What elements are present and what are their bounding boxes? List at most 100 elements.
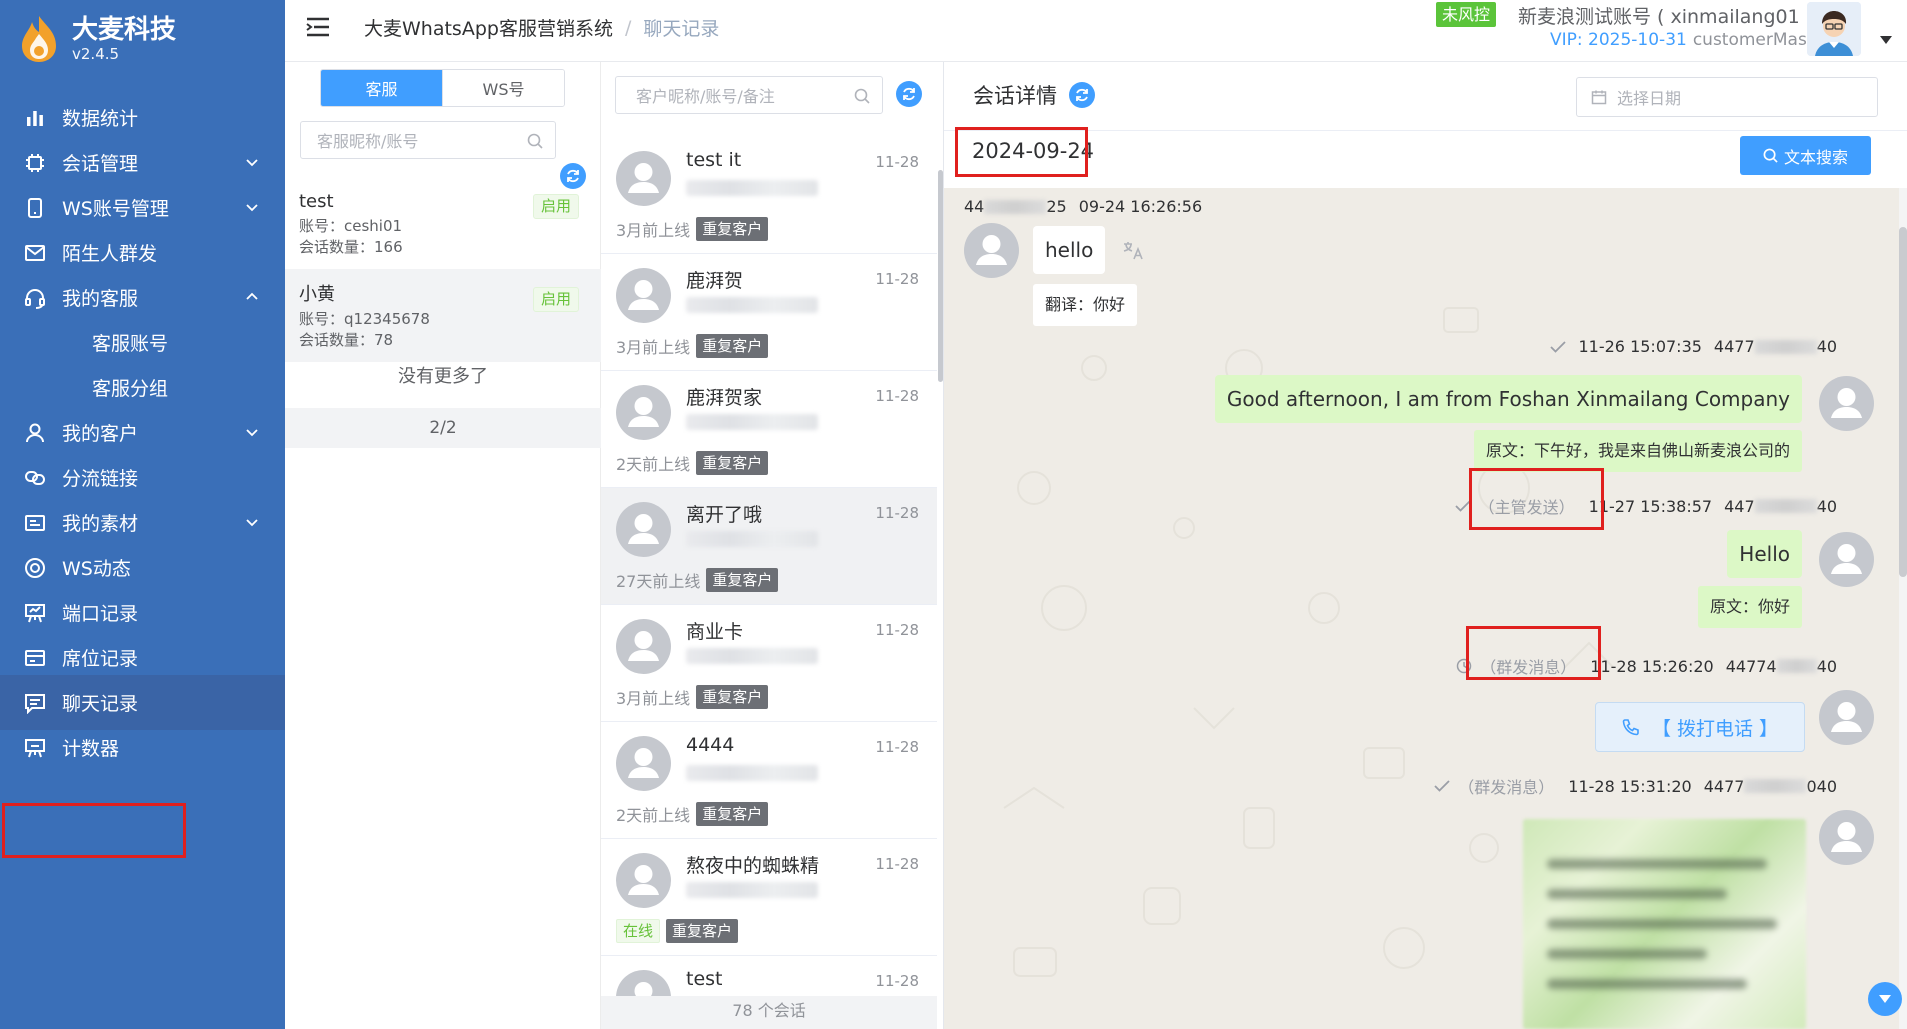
conversation-footer: 3月前上线 重复客户	[616, 685, 769, 709]
card-icon	[25, 649, 45, 666]
conversation-scrollbar[interactable]	[938, 170, 943, 382]
current-date: 2024-09-24	[972, 139, 1095, 163]
original-text: 原文：下午好，我是来自佛山新麦浪公司的	[1473, 430, 1802, 472]
highlight-box-nav	[2, 803, 186, 858]
sender-number-suffix: 040	[1806, 776, 1837, 796]
conversation-item[interactable]: 鹿湃贺家 11-28 2天前上线 重复客户	[601, 371, 937, 488]
agent-card[interactable]: 小黄 账号：q12345678 会话数量：78 启用	[285, 269, 601, 362]
conversation-time: 11-28	[875, 972, 919, 990]
lifebuoy-icon	[25, 557, 45, 578]
nav-label: WS账号管理	[62, 198, 169, 220]
conversation-search-input[interactable]: 客户昵称/账号/备注	[615, 76, 883, 114]
conversation-item[interactable]: 4444 11-28 2天前上线 重复客户	[601, 722, 937, 839]
conversation-footer: 3月前上线 重复客户	[616, 217, 769, 241]
chat-record-icon	[25, 693, 45, 714]
sender-number-suffix: 40	[1816, 496, 1837, 516]
breadcrumb-current: 聊天记录	[643, 18, 720, 40]
image-message[interactable]	[1523, 819, 1806, 1029]
translate-icon[interactable]	[1122, 241, 1144, 261]
sender-number-prefix: 44774	[1725, 656, 1777, 676]
chat-refresh-button[interactable]	[1069, 82, 1095, 108]
sender-number-suffix: 25	[1046, 197, 1067, 216]
agent-status-badge: 启用	[532, 287, 579, 312]
agent-session-count: 会话数量：78	[299, 331, 394, 349]
repeat-customer-tag: 重复客户	[696, 685, 769, 709]
bar-chart-icon	[27, 110, 43, 126]
blurred-number	[1754, 339, 1817, 354]
blurred-last-message	[686, 180, 818, 196]
conversation-item-selected[interactable]: 离开了哦 11-28 27天前上线 重复客户	[601, 488, 937, 605]
caret-down-icon[interactable]	[1880, 36, 1892, 44]
call-label: 【 拨打电话 】	[1651, 717, 1779, 740]
original-text: 原文：你好	[1697, 586, 1802, 628]
default-avatar-icon	[616, 385, 671, 440]
conversation-time: 11-28	[875, 270, 919, 288]
nav-label: 计数器	[62, 738, 120, 760]
default-avatar-icon	[616, 502, 671, 557]
text-search-button[interactable]: 文本搜索	[1740, 136, 1871, 175]
tab-ws-number[interactable]: WS号	[442, 70, 564, 106]
text-search-label: 文本搜索	[1783, 147, 1848, 167]
breadcrumb-root[interactable]: 大麦WhatsApp客服营销系统	[364, 14, 613, 41]
message-time: 09-24 16:26:56	[1078, 197, 1203, 216]
conversation-item[interactable]: 鹿湃贺 11-28 3月前上线 重复客户	[601, 254, 937, 371]
agent-status-badge: 启用	[532, 194, 579, 219]
message-time: 11-27 15:38:57	[1588, 496, 1713, 516]
chat-message-area: 44 25 09-24 16:26:56 hello 翻译：你好 11-26 15…	[944, 188, 1899, 1029]
menu-fold-icon[interactable]	[305, 16, 331, 38]
nav-counter[interactable]: 计数器	[0, 720, 285, 775]
default-avatar-icon	[616, 853, 671, 908]
conversation-search-placeholder: 客户昵称/账号/备注	[636, 87, 775, 106]
brand-version: v2.4.5	[72, 45, 120, 63]
agent-account: 账号：ceshi01	[299, 217, 403, 235]
sender-number-prefix: 4477	[1713, 337, 1755, 356]
blurred-image-text	[1547, 949, 1707, 959]
avatar[interactable]	[1807, 2, 1861, 56]
nav-label: 会话管理	[62, 153, 139, 175]
conversation-item[interactable]: 熬夜中的蜘蛛精 11-28 在线 重复客户	[601, 839, 937, 956]
repeat-customer-tag: 重复客户	[706, 568, 779, 592]
nav-label: 我的客户	[62, 423, 139, 445]
phone-call-icon	[1622, 719, 1639, 736]
nav-label: 我的客服	[62, 288, 139, 310]
conversation-item[interactable]: 商业卡 11-28 3月前上线 重复客户	[601, 605, 937, 722]
conversation-refresh-button[interactable]	[896, 81, 922, 107]
blurred-image-text	[1547, 889, 1727, 899]
agent-session-count: 会话数量：166	[299, 238, 403, 256]
scroll-to-bottom-button[interactable]	[1868, 982, 1902, 1016]
brand-logo-icon	[22, 16, 56, 62]
sidebar: 大麦科技 v2.4.5 数据统计 会话管理 WS账号管理 陌生人群发 我的客服 …	[0, 0, 285, 1029]
blurred-last-message	[686, 414, 818, 430]
conversation-footer: 2天前上线 重复客户	[616, 451, 769, 475]
conversation-name: 商业卡	[686, 621, 744, 643]
chat-scrollbar[interactable]	[1899, 227, 1907, 577]
nav-label: 聊天记录	[62, 693, 139, 715]
vip-info: VIP: 2025-10-31 customerMaster	[1550, 30, 1831, 50]
message-meta: 11-26 15:07:35 4477 40	[1550, 337, 1837, 356]
date-picker-input[interactable]: 选择日期	[1576, 77, 1878, 117]
blurred-number	[1754, 499, 1817, 513]
sent-by-label: （主管发送）	[1478, 498, 1575, 517]
repeat-customer-tag: 重复客户	[666, 919, 739, 943]
agent-panel: 客服 WS号 客服昵称/账号 test 账号：ceshi01 会话数量：166 …	[285, 62, 601, 1029]
conversation-time: 11-28	[875, 621, 919, 639]
link-icon	[25, 470, 45, 485]
agent-search-input[interactable]: 客服昵称/账号	[300, 121, 556, 159]
blurred-image-text	[1547, 979, 1747, 989]
conversation-item[interactable]: test it 11-28 3月前上线 重复客户	[601, 137, 937, 254]
agent-search-placeholder: 客服昵称/账号	[317, 132, 419, 151]
repeat-customer-tag: 重复客户	[696, 217, 769, 241]
translation-text: 翻译：你好	[1033, 284, 1138, 326]
conversation-name: 熬夜中的蜘蛛精	[686, 855, 820, 877]
agent-pager: 2/2	[285, 408, 601, 448]
chevron-up-icon	[246, 292, 258, 300]
conversation-count: 78 个会话	[601, 996, 937, 1029]
agent-card[interactable]: test 账号：ceshi01 会话数量：166 启用	[285, 176, 601, 269]
tab-agent[interactable]: 客服	[321, 70, 442, 106]
sender-number-prefix: 447	[1724, 496, 1755, 516]
outgoing-message-bubble: Hello	[1727, 530, 1802, 578]
call-button[interactable]: 【 拨打电话 】	[1595, 702, 1805, 752]
check-icon	[1455, 500, 1471, 512]
clock-icon	[1457, 658, 1472, 674]
blurred-last-message	[686, 882, 818, 898]
